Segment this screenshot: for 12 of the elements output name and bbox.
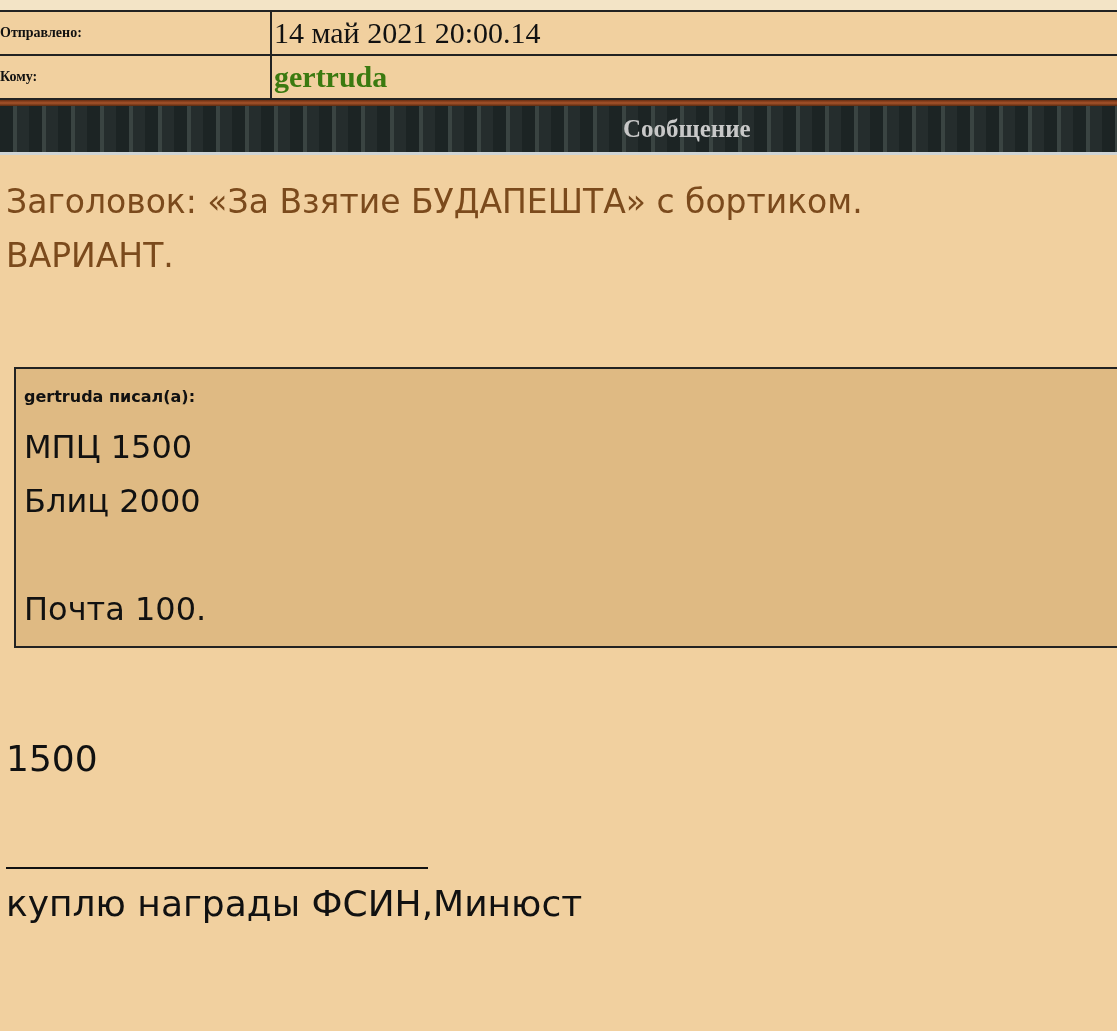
message-body: 1500	[6, 738, 99, 779]
quote-line: Почта 100.	[24, 589, 207, 630]
recipient-name: gertruda	[274, 60, 388, 93]
quote-author: gertruda писал(а):	[24, 387, 196, 406]
signature: куплю награды ФСИН,Минюст	[6, 883, 584, 924]
message-subject: Заголовок: «За Взятие БУДАПЕШТА» с бортиком. ВАРИАНТ.	[5, 181, 864, 277]
field-label: Кому:	[0, 69, 38, 84]
section-title: Сообщение	[623, 115, 751, 143]
quote-line: Блиц 2000	[24, 481, 201, 522]
field-label: Отправлено:	[0, 25, 82, 40]
sent-date: 14 май 2021 20:00.14	[274, 16, 541, 49]
quote-line: МПЦ 1500	[24, 427, 193, 468]
